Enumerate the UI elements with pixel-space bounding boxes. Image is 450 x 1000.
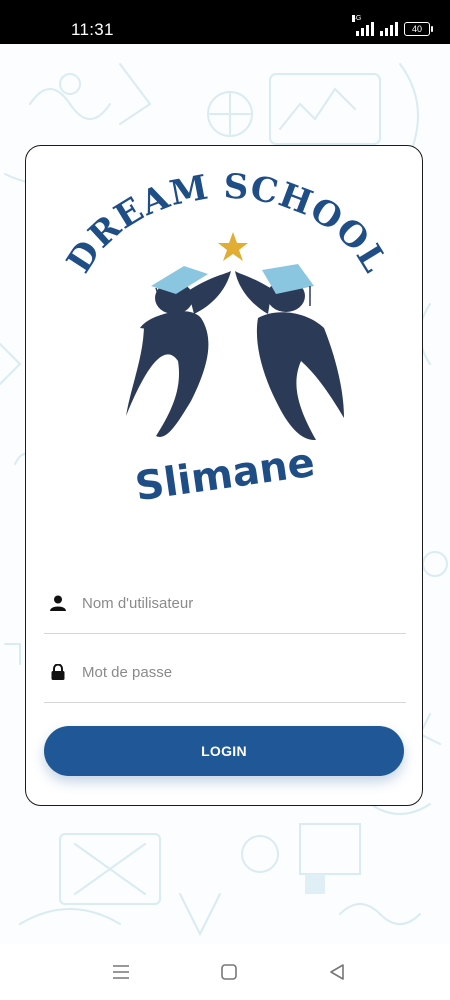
username-input[interactable] (82, 587, 392, 619)
svg-text:DREAM SCHOOL: DREAM SCHOOL (59, 167, 395, 280)
login-card: DREAM SCHOOL Slimane Nom d'utilisateur L… (25, 145, 423, 806)
navigation-bar (0, 944, 450, 1000)
network-type: 4G (352, 15, 362, 22)
back-icon[interactable] (328, 964, 346, 980)
signal-icon: 4G (352, 15, 374, 36)
password-field (44, 642, 406, 703)
login-button[interactable]: LOGIN (44, 726, 404, 776)
logo-arc-text: DREAM SCHOOL (59, 167, 394, 280)
user-icon (50, 595, 66, 611)
status-bar: 11:31 4G 40 (0, 0, 450, 44)
star-icon (218, 232, 248, 261)
status-time: 11:31 (71, 20, 114, 39)
password-input[interactable] (82, 656, 392, 688)
battery-icon: 40 (404, 22, 433, 36)
home-icon[interactable] (220, 964, 238, 980)
username-field (44, 573, 406, 634)
signal-icon-2 (380, 22, 398, 36)
left-student-figure (126, 271, 231, 437)
right-student-figure (235, 271, 344, 441)
status-icons: 4G 40 (352, 15, 433, 36)
menu-icon[interactable] (112, 964, 130, 980)
lock-icon (51, 664, 65, 680)
